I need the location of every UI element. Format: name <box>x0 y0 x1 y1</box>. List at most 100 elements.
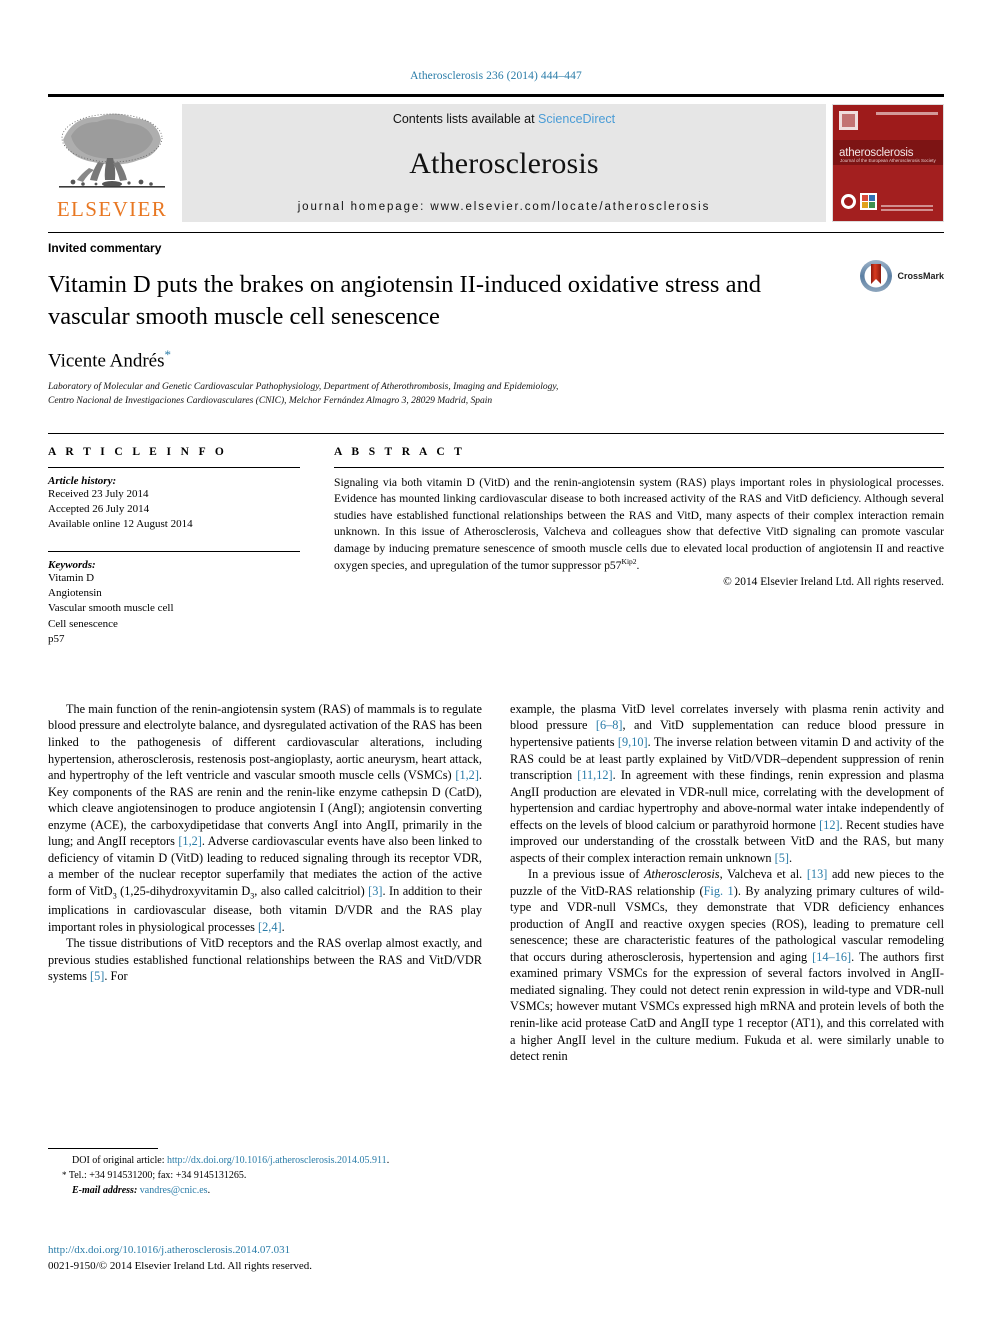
body-column-right: example, the plasma VitD level correlate… <box>510 701 944 1065</box>
running-head: Atherosclerosis 236 (2014) 444–447 <box>410 70 582 82</box>
journal-title: Atherosclerosis <box>409 146 599 180</box>
article-title: Vitamin D puts the brakes on angiotensin… <box>48 271 761 330</box>
crossmark-icon <box>860 260 893 292</box>
info-abstract-section: A R T I C L E I N F O Article history: R… <box>48 432 944 647</box>
article-page: Atherosclerosis 236 (2014) 444–447 ELSEV… <box>0 0 992 1323</box>
keywords-rule <box>48 551 300 553</box>
article-accepted-date: Accepted 26 July 2014 <box>48 502 150 515</box>
elsevier-logo[interactable]: ELSEVIER <box>48 104 176 222</box>
abstract-body: Signaling via both vitamin D (VitD) and … <box>334 475 944 573</box>
journal-name-italic: Atherosclerosis <box>644 867 720 882</box>
paragraph-text: , Valcheva et al. <box>719 867 807 882</box>
article-history-label: Article history: <box>48 474 117 487</box>
abstract-text: Signaling via both vitamin D (VitD) and … <box>334 475 944 575</box>
crossmark-label: CrossMark <box>897 271 944 281</box>
cover-footer-rule <box>881 205 933 207</box>
abstract-rule <box>334 466 944 468</box>
journal-cover-thumbnail[interactable]: atherosclerosis Journal of the European … <box>832 104 944 222</box>
article-type-kicker: Invited commentary <box>48 241 162 255</box>
citation-ref[interactable]: [1,2] <box>455 768 479 782</box>
author-correspondence-marker[interactable]: * <box>165 347 172 362</box>
citation-ref[interactable]: [12] <box>819 818 840 832</box>
article-online-date: Available online 12 August 2014 <box>48 517 193 530</box>
abstract-heading: A B S T R A C T <box>334 445 466 458</box>
footnote-email-link[interactable]: vandres@cnic.es <box>140 1185 208 1196</box>
abstract-superscript: Kip2 <box>621 557 637 567</box>
article-info-heading: A R T I C L E I N F O <box>48 445 228 458</box>
keyword-item: Cell senescence <box>48 617 118 630</box>
footer-copyright: 0021-9150/© 2014 Elsevier Ireland Ltd. A… <box>48 1259 313 1272</box>
author-name: Vicente Andrés <box>48 350 165 372</box>
abstract-copyright: © 2014 Elsevier Ireland Ltd. All rights … <box>723 575 944 588</box>
footnote-doi-label: DOI of original article: <box>72 1155 167 1166</box>
paragraph-text: In a previous issue of <box>528 867 644 882</box>
citation-ref[interactable]: [3] <box>368 884 382 898</box>
footnote-email-end: . <box>207 1185 211 1196</box>
journal-homepage[interactable]: journal homepage: www.elsevier.com/locat… <box>298 201 711 213</box>
article-body: The main function of the renin-angiotens… <box>48 701 944 1065</box>
footnote-email: E-mail address: vandres@cnic.es. <box>48 1183 468 1198</box>
keywords-block: Keywords: Vitamin D Angiotensin Vascular… <box>48 551 300 647</box>
paragraph-text: . <box>281 919 285 934</box>
citation-ref[interactable]: [13] <box>807 867 828 881</box>
footnote-doi-original: DOI of original article: http://dx.doi.o… <box>48 1153 468 1168</box>
keywords-label: Keywords: <box>48 559 96 572</box>
cover-journal-title: atherosclerosis <box>839 146 914 159</box>
cover-society-badge-icon <box>841 194 856 209</box>
journal-band: Contents lists available at ScienceDirec… <box>182 104 826 222</box>
crossmark-badge[interactable]: CrossMark <box>859 259 944 293</box>
citation-ref[interactable]: [9,10] <box>618 735 648 749</box>
page-footer: http://dx.doi.org/10.1016/j.atherosclero… <box>48 1243 312 1275</box>
paragraph-text: The main function of the renin-angiotens… <box>48 701 482 783</box>
footnote-marker: * <box>62 1170 67 1180</box>
footnote-doi-link[interactable]: http://dx.doi.org/10.1016/j.atherosclero… <box>167 1155 387 1166</box>
affiliation-line-2: Centro Nacional de Investigaciones Cardi… <box>48 395 493 406</box>
keyword-item: p57 <box>48 632 65 645</box>
body-paragraph: The tissue distributions of VitD recepto… <box>48 935 482 985</box>
journal-masthead: ELSEVIER Contents lists available at Sci… <box>48 94 944 222</box>
body-column-left: The main function of the renin-angiotens… <box>48 701 482 1065</box>
footnote-telephone: * Tel.: +34 914531200; fax: +34 91451312… <box>48 1168 468 1183</box>
cover-elsevier-mark-icon <box>839 111 858 130</box>
citation-ref[interactable]: [2,4] <box>258 920 282 934</box>
abstract-column: A B S T R A C T Signaling via both vitam… <box>334 446 944 647</box>
cover-journal-subtitle: Journal of the European Atherosclerosis … <box>840 158 936 164</box>
contents-prefix: Contents lists available at <box>392 112 539 126</box>
affiliation-line-1: Laboratory of Molecular and Genetic Card… <box>48 382 559 393</box>
footnote-doi-end: . <box>386 1155 390 1166</box>
body-paragraph: The main function of the renin-angiotens… <box>48 701 482 935</box>
cover-logo-badge-icon <box>860 193 877 210</box>
paragraph-text: , also called calcitriol) <box>254 883 369 898</box>
article-received-date: Received 23 July 2014 <box>48 487 149 500</box>
figure-ref[interactable]: Fig. 1 <box>704 884 734 898</box>
elsevier-tree-icon <box>59 113 165 188</box>
citation-ref[interactable]: [5] <box>775 851 789 865</box>
body-paragraph: In a previous issue of Atherosclerosis, … <box>510 866 944 1064</box>
footnote-email-label: E-mail address: <box>72 1185 140 1196</box>
abstract-body-end: . <box>636 559 640 573</box>
paragraph-text: . <box>789 850 793 865</box>
article-header: Invited commentary CrossMark Vitamin D p… <box>48 232 944 409</box>
paragraph-text: . The authors first examined primary VSM… <box>510 949 944 1064</box>
keyword-item: Angiotensin <box>48 587 102 600</box>
citation-ref[interactable]: [6–8] <box>596 718 623 732</box>
elsevier-wordmark: ELSEVIER <box>56 197 168 221</box>
footer-doi-link[interactable]: http://dx.doi.org/10.1016/j.atherosclero… <box>48 1243 312 1259</box>
sciencedirect-link[interactable]: ScienceDirect <box>538 112 615 126</box>
paragraph-text: (1,25-dihydroxyvitamin D <box>116 883 251 898</box>
author-list: Vicente Andrés* <box>48 347 944 372</box>
article-info-column: A R T I C L E I N F O Article history: R… <box>48 446 300 647</box>
footnotes-block: DOI of original article: http://dx.doi.o… <box>48 1148 468 1198</box>
footnote-rule <box>48 1148 158 1149</box>
cover-top-rule <box>876 112 938 115</box>
body-paragraph: example, the plasma VitD level correlate… <box>510 701 944 866</box>
keyword-item: Vitamin D <box>48 572 95 585</box>
citation-ref[interactable]: [11,12] <box>577 768 612 782</box>
article-info-rule <box>48 466 300 468</box>
citation-ref[interactable]: [14–16] <box>812 950 851 964</box>
citation-ref[interactable]: [5] <box>90 969 104 983</box>
contents-line: Contents lists available at ScienceDirec… <box>393 112 615 126</box>
author-affiliation: Laboratory of Molecular and Genetic Card… <box>48 381 944 409</box>
paragraph-text: . For <box>104 969 128 984</box>
citation-ref[interactable]: [1,2] <box>178 834 202 848</box>
